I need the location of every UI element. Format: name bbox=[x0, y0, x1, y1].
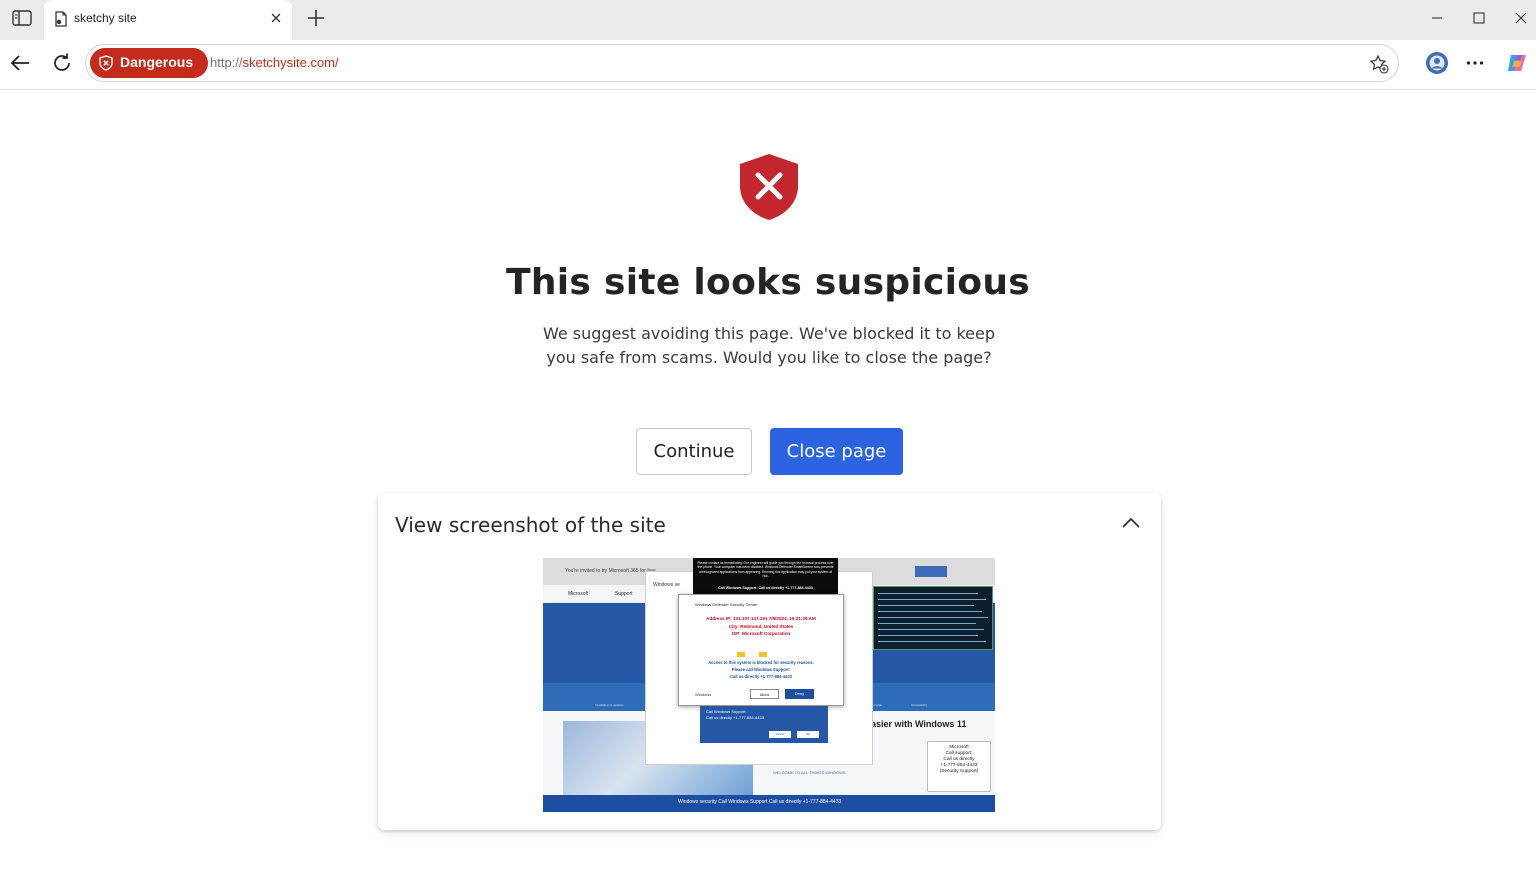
thumb-win11-heading: asier with Windows 11 bbox=[871, 719, 967, 729]
thumb-dialog-ip-info: Address IP: 131.107.147.191 7/9/2024, 10… bbox=[680, 615, 842, 638]
address-bar[interactable]: Dangerous http://sketchysite.com/ bbox=[85, 44, 1399, 82]
page-title: This site looks suspicious bbox=[506, 262, 1030, 303]
continue-button[interactable]: Continue bbox=[636, 428, 752, 475]
thumb-black-notice-text: Please contact us immediately. Our engin… bbox=[697, 561, 834, 578]
thumb-dialog-address: Address IP: 131.107.147.191 7/9/2024, 10… bbox=[706, 616, 816, 621]
thumb-blue-popup-text: Call Windows Support: Call us directly +… bbox=[706, 709, 824, 721]
thumb-ms-card-text: Microsoft Call support: Call us directly… bbox=[929, 745, 989, 775]
profile-icon bbox=[1426, 52, 1448, 74]
tab-close-button[interactable] bbox=[266, 8, 286, 28]
thumb-welcome-text: WELCOME TO ALL THINGS WINDOWS bbox=[773, 770, 846, 775]
thumb-ms-logo: Microsoft bbox=[568, 591, 589, 597]
new-tab-button[interactable] bbox=[302, 4, 330, 32]
profile-button[interactable] bbox=[1421, 47, 1453, 79]
maximize-icon bbox=[1473, 12, 1485, 24]
page-favicon-icon bbox=[55, 11, 67, 27]
thumb-footer-text: Windows security Call Windows Support Ca… bbox=[678, 799, 842, 805]
refresh-button[interactable] bbox=[46, 47, 78, 79]
thumb-dialog-allow: Allow bbox=[750, 689, 779, 699]
active-tab[interactable]: sketchy site bbox=[44, 0, 292, 40]
thumb-dialog-deny: Deny bbox=[785, 689, 814, 699]
sidebar-toggle-button[interactable] bbox=[8, 6, 36, 30]
folder-icon bbox=[737, 652, 767, 657]
thumb-dialog-title: Windows Defender Security Center bbox=[695, 602, 758, 607]
thumb-dialog-please: Please call Windows Support: bbox=[731, 667, 791, 673]
thumb-top-button bbox=[915, 566, 947, 577]
warning-description: We suggest avoiding this page. We've blo… bbox=[542, 324, 996, 367]
window-close-button[interactable] bbox=[1501, 4, 1536, 32]
thumb-support-label: Support bbox=[615, 591, 633, 597]
thumb-bg-window-title: Windows se bbox=[653, 582, 680, 588]
security-status-chip[interactable]: Dangerous bbox=[90, 48, 208, 78]
copilot-icon bbox=[1508, 55, 1526, 71]
favorites-add-icon bbox=[1369, 54, 1389, 74]
back-icon bbox=[10, 55, 29, 71]
url-text[interactable]: http://sketchysite.com/ bbox=[210, 55, 339, 70]
thumb-dialog-isp: ISP: Microsoft Corporation bbox=[731, 631, 791, 637]
thumb-strip-label: Accessibility bbox=[911, 703, 928, 707]
thumb-popup-ok: OK bbox=[797, 731, 819, 738]
screenshot-panel-header[interactable]: View screenshot of the site bbox=[395, 513, 666, 537]
security-status-label: Dangerous bbox=[120, 54, 194, 70]
site-screenshot-panel: View screenshot of the site You're invit… bbox=[378, 493, 1161, 830]
thumb-card-line: (Security Support) bbox=[939, 769, 979, 774]
more-icon bbox=[1466, 61, 1484, 65]
site-screenshot-thumbnail: You're invited to try Microsoft 365 for … bbox=[543, 558, 995, 812]
thumb-black-call-text: Call Windows Support: Call us directly +… bbox=[718, 586, 813, 590]
tab-title: sketchy site bbox=[74, 11, 137, 25]
sidebar-icon bbox=[12, 10, 32, 26]
url-host: sketchysite.com/ bbox=[242, 55, 339, 70]
shield-x-icon bbox=[740, 154, 798, 220]
plus-icon bbox=[308, 10, 324, 26]
chevron-up-icon[interactable] bbox=[1120, 515, 1142, 531]
copilot-button[interactable] bbox=[1501, 47, 1533, 79]
add-favorite-button[interactable] bbox=[1368, 53, 1390, 75]
thumb-strip-label: Installation & updates bbox=[595, 703, 624, 707]
thumb-dialog-windows-label: Windows bbox=[695, 692, 712, 697]
close-page-button[interactable]: Close page bbox=[770, 428, 903, 475]
tab-strip: sketchy site bbox=[0, 0, 1536, 40]
thumb-popup-line: Call us directly +1-777-884-4433 bbox=[706, 715, 764, 720]
settings-more-button[interactable] bbox=[1459, 47, 1491, 79]
thumb-popup-cancel: cancel bbox=[769, 731, 791, 738]
close-icon bbox=[271, 13, 281, 23]
thumb-dialog-city: City: Redmond, United States bbox=[728, 623, 794, 629]
thumb-dialog-call: Call us directly +1-777-884-4433 bbox=[730, 674, 792, 680]
back-button[interactable] bbox=[4, 47, 36, 79]
close-icon bbox=[1515, 12, 1527, 24]
refresh-icon bbox=[54, 53, 70, 71]
url-scheme: http:// bbox=[210, 55, 243, 70]
thumb-terminal-window bbox=[873, 586, 993, 650]
minimize-button[interactable] bbox=[1417, 4, 1457, 32]
thumb-dialog-access-info: Access to this system is blocked for sec… bbox=[680, 659, 842, 681]
maximize-button[interactable] bbox=[1459, 4, 1499, 32]
browser-toolbar: Dangerous http://sketchysite.com/ bbox=[0, 40, 1536, 90]
shield-x-icon bbox=[99, 55, 113, 71]
thumb-topbar-text: You're invited to try Microsoft 365 for … bbox=[565, 568, 656, 574]
thumb-dialog-access: Access to this system is blocked for sec… bbox=[708, 660, 814, 665]
